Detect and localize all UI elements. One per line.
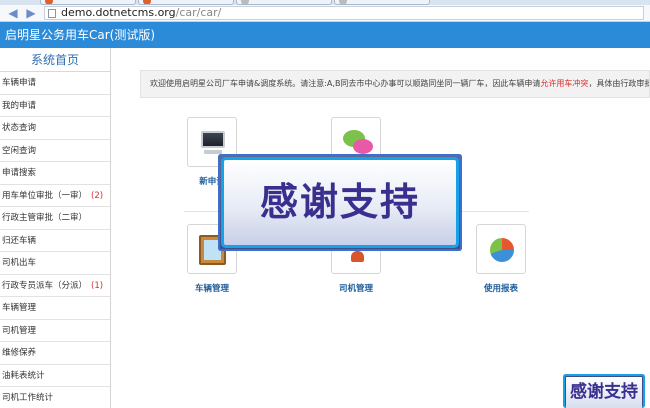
back-arrow-icon[interactable]: ◀: [6, 5, 20, 21]
sidebar-item-maintenance[interactable]: 维修保养: [0, 342, 110, 365]
tile-label: 司机管理: [338, 284, 373, 294]
app-title: 启明星公务用车Car(测试版): [5, 28, 156, 42]
sidebar-item-driver-work-stats[interactable]: 司机工作统计: [0, 387, 110, 408]
tile-icon-box: [476, 224, 526, 274]
url-input[interactable]: demo.dotnetcms.org/car/car/: [44, 6, 644, 20]
url-path: /car/car/: [175, 6, 222, 19]
sidebar-item-second-approval[interactable]: 行政主管审批（二审）: [0, 207, 110, 230]
notice-highlight: 允许用车冲突: [540, 79, 589, 88]
sidebar-item-fuel-stats[interactable]: 油耗表统计: [0, 365, 110, 387]
url-host: demo.dotnetcms.org: [61, 6, 176, 19]
sidebar-item-label: 司机出车: [2, 258, 37, 268]
sidebar-item-label: 行政专员派车（分派）: [2, 280, 88, 291]
sidebar-item-label: 司机工作统计: [2, 393, 54, 403]
chat-bubble-icon: [353, 139, 373, 154]
thanks-banner-text: 感谢支持: [259, 180, 420, 224]
welcome-notice: 欢迎使用启明星公司厂车申请&调度系统。请注意:A,B同去市中心办事可以顺路同坐同…: [140, 70, 650, 98]
thanks-banner-small: 感谢支持: [563, 374, 645, 408]
sidebar-item-label: 我的申请: [2, 100, 37, 111]
sidebar-item-vehicle-management[interactable]: 车辆管理: [0, 297, 110, 320]
pending-count-badge: (1): [91, 280, 104, 291]
tile-label: 使用报表: [483, 284, 518, 294]
forward-arrow-icon[interactable]: ▶: [24, 5, 38, 21]
sidebar-item-label: 维修保养: [2, 348, 37, 358]
sidebar-item-label: 空闲查询: [2, 145, 37, 156]
app-window: ◀ ▶ demo.dotnetcms.org/car/car/ 启明星公务用车C…: [0, 0, 650, 408]
sidebar-item-request-search[interactable]: 申请搜索: [0, 162, 110, 185]
pie-chart-icon: [490, 238, 514, 262]
notice-text-tail: ，具体由行政审批人员调度: [588, 79, 649, 88]
driver-icon: [351, 251, 364, 262]
address-bar: ◀ ▶ demo.dotnetcms.org/car/car/: [0, 5, 650, 22]
sidebar-item-assign-vehicle[interactable]: 行政专员派车（分派） (1): [0, 275, 110, 297]
monitor-icon: [201, 131, 225, 148]
sidebar-item-label: 状态查询: [2, 123, 37, 133]
thanks-banner-small-text: 感谢支持: [570, 382, 638, 402]
tile-label: 车辆管理: [194, 284, 229, 294]
sidebar-item-label: 行政主管审批（二审）: [2, 213, 88, 223]
page-icon: [48, 9, 56, 18]
sidebar-item-return-vehicle[interactable]: 归还车辆: [0, 230, 110, 252]
sidebar-item-label: 车辆管理: [2, 303, 37, 313]
sidebar: 系统首页 车辆申请 我的申请 状态查询 空闲查询 申请搜索 用车单位审批（一审）…: [0, 48, 111, 408]
sidebar-item-my-requests[interactable]: 我的申请: [0, 95, 110, 117]
sidebar-item-driver-management[interactable]: 司机管理: [0, 320, 110, 342]
sidebar-item-label: 司机管理: [2, 325, 37, 336]
sidebar-item-label: 归还车辆: [2, 235, 37, 246]
thanks-banner-inner: 感谢支持: [224, 160, 456, 245]
sidebar-item-label: 申请搜索: [2, 168, 37, 178]
sidebar-item-status-query[interactable]: 状态查询: [0, 117, 110, 140]
notice-text: 欢迎使用启明星公司厂车申请&调度系统。请注意:A,B同去市中心办事可以顺路同坐同…: [150, 79, 541, 88]
sidebar-item-label: 用车单位审批（一审）: [2, 190, 88, 201]
sidebar-item-vehicle-request[interactable]: 车辆申请: [0, 72, 110, 95]
thanks-banner: 感谢支持: [218, 154, 462, 251]
thanks-banner-small-inner: 感谢支持: [566, 377, 642, 408]
sidebar-item-first-approval[interactable]: 用车单位审批（一审） (2): [0, 185, 110, 207]
pending-count-badge: (2): [91, 190, 104, 201]
sidebar-item-idle-query[interactable]: 空闲查询: [0, 140, 110, 162]
sidebar-item-label: 油耗表统计: [2, 370, 45, 381]
sidebar-item-driver-dispatch[interactable]: 司机出车: [0, 252, 110, 275]
sidebar-home-link[interactable]: 系统首页: [0, 48, 110, 72]
app-header: 启明星公务用车Car(测试版): [0, 22, 650, 48]
usage-report-tile[interactable]: 使用报表: [461, 224, 541, 294]
sidebar-item-label: 车辆申请: [2, 78, 37, 88]
